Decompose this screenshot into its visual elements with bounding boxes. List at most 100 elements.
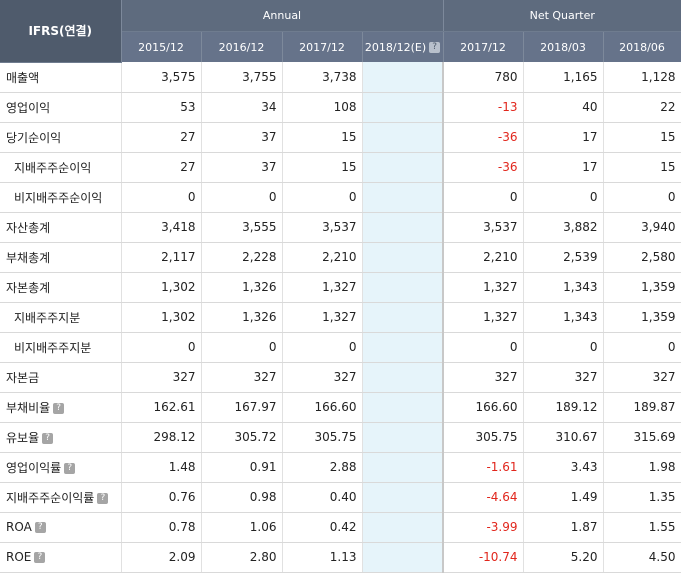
value-cell: 37 [201, 122, 283, 153]
table-row: 유보율? 298.12 305.72 305.75 305.75 310.67 315.69 [0, 422, 681, 453]
value-cell: 108 [282, 92, 363, 123]
value-cell: 0 [201, 332, 283, 363]
question-mark-icon[interactable]: ? [429, 42, 441, 53]
value-cell: 2,580 [603, 242, 681, 273]
value-cell: 34 [201, 92, 283, 123]
value-cell: 1,327 [282, 302, 363, 333]
value-cell: 0.40 [282, 482, 363, 513]
period-header: 2017/12 [443, 31, 524, 62]
estimate-cell [362, 92, 444, 123]
value-cell: 0.91 [201, 452, 283, 483]
table-row: 자본금 327 327 327 327 327 327 [0, 362, 681, 393]
row-label: 자산총계 [0, 212, 122, 243]
question-mark-icon[interactable]: ? [64, 462, 76, 474]
value-cell: -10.74 [442, 542, 524, 573]
value-cell: 17 [523, 152, 604, 183]
value-cell: 0 [282, 332, 363, 363]
value-cell: 2,228 [201, 242, 283, 273]
row-label-text: 영업이익률 [6, 460, 62, 475]
estimate-cell [362, 452, 444, 483]
value-cell: 27 [121, 122, 202, 153]
question-mark-icon[interactable]: ? [42, 432, 54, 444]
value-cell: 1,359 [603, 272, 681, 303]
value-cell: 167.97 [201, 392, 283, 423]
row-label-text: 비지배주주지분 [14, 340, 92, 355]
period-header-label: 2018/12(E) [364, 40, 427, 54]
table-row: ROA? 0.78 1.06 0.42 -3.99 1.87 1.55 [0, 512, 681, 543]
row-label: 유보율? [0, 422, 122, 453]
value-cell: 2,210 [282, 242, 363, 273]
value-cell: 1.49 [523, 482, 604, 513]
table-row: 지배주주순이익률? 0.76 0.98 0.40 -4.64 1.49 1.35 [0, 482, 681, 513]
table-row: 지배주주지분 1,302 1,326 1,327 1,327 1,343 1,359 [0, 302, 681, 333]
row-label: 영업이익 [0, 92, 122, 123]
value-cell: 189.87 [603, 392, 681, 423]
value-cell: 3,537 [442, 212, 524, 243]
value-cell: 315.69 [603, 422, 681, 453]
value-cell: 15 [282, 122, 363, 153]
value-cell: 0 [201, 182, 283, 213]
value-cell: 2.09 [121, 542, 202, 573]
value-cell: 0.76 [121, 482, 202, 513]
row-label-text: 매출액 [6, 70, 40, 85]
value-cell: 2,117 [121, 242, 202, 273]
estimate-cell [362, 482, 444, 513]
estimate-cell [362, 392, 444, 423]
value-cell: 1,359 [603, 302, 681, 333]
value-cell: 166.60 [442, 392, 524, 423]
value-cell: -1.61 [442, 452, 524, 483]
value-cell: 327 [603, 362, 681, 393]
financial-summary-table: IFRS(연결) Annual Net Quarter 2015/12 2016… [0, 0, 681, 573]
table-row: 자본총계 1,302 1,326 1,327 1,327 1,343 1,359 [0, 272, 681, 303]
period-header: 2017/12 [282, 31, 363, 62]
value-cell: 1,128 [603, 62, 681, 93]
row-label-text: 부채비율 [6, 400, 51, 415]
period-header-estimate: 2018/12(E)? [362, 31, 444, 62]
value-cell: 1,326 [201, 302, 283, 333]
value-cell: 2.88 [282, 452, 363, 483]
value-cell: 3,755 [201, 62, 283, 93]
value-cell: 3,555 [201, 212, 283, 243]
value-cell: 780 [442, 62, 524, 93]
question-mark-icon[interactable]: ? [34, 552, 46, 563]
value-cell: 0 [603, 182, 681, 213]
value-cell: -36 [442, 152, 524, 183]
value-cell: 1,343 [523, 272, 604, 303]
value-cell: 3,575 [121, 62, 202, 93]
estimate-cell [362, 332, 444, 363]
value-cell: 0 [442, 182, 524, 213]
row-label-text: 유보율 [6, 430, 40, 445]
value-cell: 305.72 [201, 422, 283, 453]
net-quarter-group-header: Net Quarter [443, 0, 681, 32]
row-label: 당기순이익 [0, 122, 122, 153]
value-cell: 3,940 [603, 212, 681, 243]
table-row: 매출액 3,575 3,755 3,738 780 1,165 1,128 [0, 62, 681, 93]
table-row: 영업이익률? 1.48 0.91 2.88 -1.61 3.43 1.98 [0, 452, 681, 483]
value-cell: 1,343 [523, 302, 604, 333]
table-row: 비지배주주순이익 0 0 0 0 0 0 [0, 182, 681, 213]
estimate-cell [362, 272, 444, 303]
value-cell: 1,326 [201, 272, 283, 303]
value-cell: 5.20 [523, 542, 604, 573]
row-label-text: 지배주주순이익 [14, 160, 92, 175]
question-mark-icon[interactable]: ? [34, 522, 46, 533]
table-row: 당기순이익 27 37 15 -36 17 15 [0, 122, 681, 153]
row-label: 매출액 [0, 62, 122, 93]
value-cell: 0 [121, 332, 202, 363]
estimate-cell [362, 122, 444, 153]
value-cell: 327 [282, 362, 363, 393]
row-label: ROA? [0, 512, 122, 543]
value-cell: 17 [523, 122, 604, 153]
row-label-text: 부채총계 [6, 250, 51, 265]
value-cell: 1,302 [121, 272, 202, 303]
value-cell: 327 [523, 362, 604, 393]
value-cell: 1.35 [603, 482, 681, 513]
value-cell: 0 [121, 182, 202, 213]
row-label: 영업이익률? [0, 452, 122, 483]
value-cell: 0 [442, 332, 524, 363]
question-mark-icon[interactable]: ? [53, 402, 65, 414]
value-cell: 0.98 [201, 482, 283, 513]
question-mark-icon[interactable]: ? [97, 492, 109, 504]
estimate-cell [362, 542, 444, 573]
row-label-text: ROE [6, 550, 32, 564]
